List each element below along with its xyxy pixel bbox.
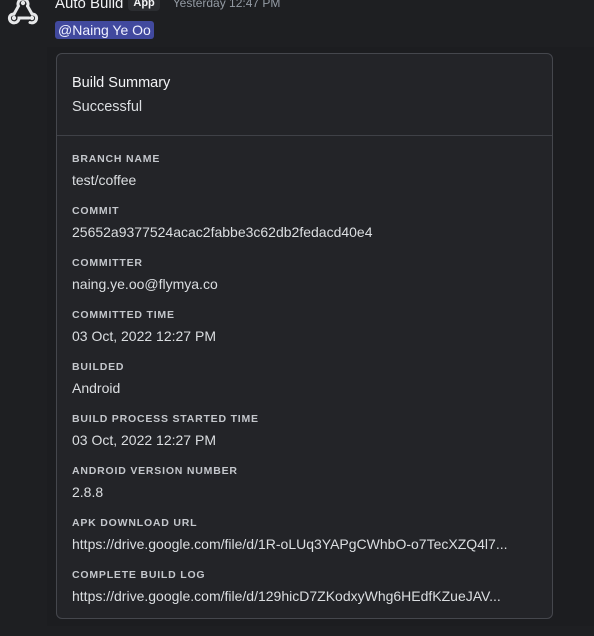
field-value: 2.8.8 (72, 484, 104, 500)
field-committer: COMMITTER naing.ye.oo@flymya.co (72, 257, 537, 309)
field-value: Android (72, 380, 121, 396)
field-commit: COMMIT 25652a9377524acac2fabbe3c62db2fed… (72, 205, 537, 257)
field-build-started-time: BUILD PROCESS STARTED TIME 03 Oct, 2022 … (72, 413, 537, 465)
field-value: 03 Oct, 2022 12:27 PM (72, 432, 216, 448)
field-label: BRANCH NAME (72, 153, 161, 165)
field-value: test/coffee (72, 172, 137, 188)
field-value: 25652a9377524acac2fabbe3c62db2fedacd40e4 (72, 224, 373, 240)
field-label: BUILD PROCESS STARTED TIME (72, 413, 259, 425)
field-complete-build-log: COMPLETE BUILD LOG https://drive.google.… (72, 569, 537, 618)
field-apk-download-url: APK DOWNLOAD URL https://drive.google.co… (72, 517, 537, 569)
field-value: 03 Oct, 2022 12:27 PM (72, 328, 216, 344)
field-value: naing.ye.oo@flymya.co (72, 276, 218, 292)
field-label: APK DOWNLOAD URL (72, 517, 198, 529)
apk-download-link[interactable]: https://drive.google.com/file/d/1R-oLUq3… (72, 536, 524, 553)
field-label: ANDROID VERSION NUMBER (72, 465, 238, 477)
webhook-icon[interactable] (6, 0, 40, 28)
field-label: BUILDED (72, 361, 125, 373)
field-builded: BUILDED Android (72, 361, 537, 413)
field-label: COMMITTER (72, 257, 143, 269)
message-timestamp: Yesterday 12:47 PM (172, 0, 281, 10)
message-header: Auto Build App Yesterday 12:47 PM (55, 0, 280, 13)
field-branch-name: BRANCH NAME test/coffee (72, 153, 537, 205)
embed-header: Build Summary Successful (57, 54, 552, 136)
field-committed-time: COMMITTED TIME 03 Oct, 2022 12:27 PM (72, 309, 537, 361)
embed-status: Successful (72, 99, 143, 115)
field-label: COMMIT (72, 205, 120, 217)
build-log-link[interactable]: https://drive.google.com/file/d/129hicD7… (72, 588, 524, 605)
chat-message: Auto Build App Yesterday 12:47 PM @Naing… (0, 0, 594, 636)
author-name[interactable]: Auto Build (55, 0, 123, 12)
user-mention[interactable]: @Naing Ye Oo (55, 21, 154, 39)
field-label: COMMITTED TIME (72, 309, 175, 321)
embed-fields: BRANCH NAME test/coffee COMMIT 25652a937… (57, 136, 552, 618)
app-badge: App (128, 0, 160, 11)
field-android-version: ANDROID VERSION NUMBER 2.8.8 (72, 465, 537, 517)
build-summary-embed: Build Summary Successful BRANCH NAME tes… (56, 53, 553, 619)
embed-title: Build Summary (72, 75, 171, 91)
field-label: COMPLETE BUILD LOG (72, 569, 206, 581)
